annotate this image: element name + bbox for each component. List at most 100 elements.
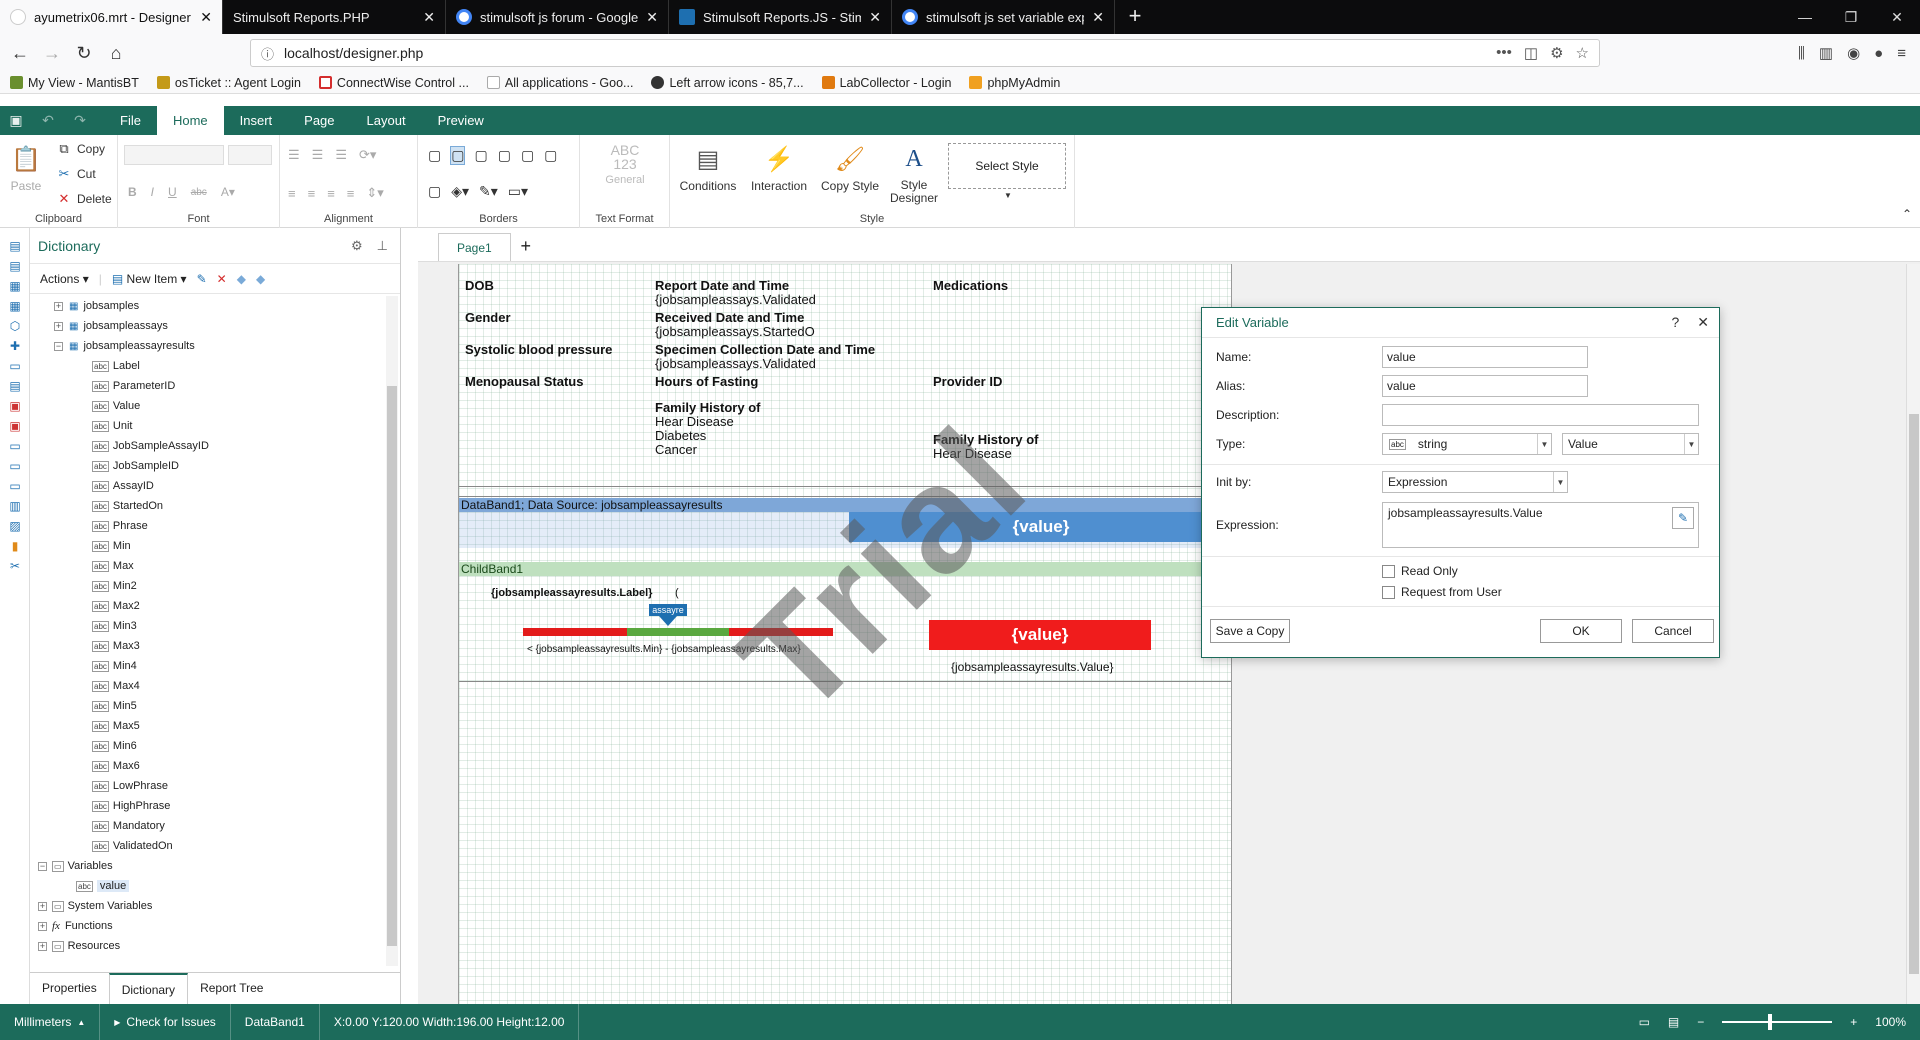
new-tab-button[interactable]: + (1115, 0, 1155, 34)
menopausal-label[interactable]: Menopausal Status (465, 374, 583, 389)
tab-file[interactable]: File (104, 106, 157, 135)
bookmark-arrow-icons[interactable]: Left arrow icons - 85,7... (651, 76, 804, 90)
interaction-button[interactable]: ⚡ Interaction (744, 143, 814, 194)
hours-fasting-label[interactable]: Hours of Fasting (655, 374, 758, 389)
browser-tab-stimulsoft-js[interactable]: Stimulsoft Reports.JS - Stimulsc ✕ (669, 0, 892, 34)
add-page-button[interactable]: + (511, 233, 541, 261)
redo-icon[interactable]: ↷ (64, 112, 96, 129)
text-component-icon[interactable]: ▤ (0, 376, 30, 396)
tree-node[interactable]: abc Min (30, 536, 385, 556)
tree-node[interactable]: + ▦ jobsampleassays (30, 316, 385, 336)
border-right-icon[interactable]: ▢ (521, 147, 534, 164)
expand-icon[interactable]: + (38, 921, 47, 931)
tree-node[interactable]: abc Max6 (30, 756, 385, 776)
move-up-icon[interactable]: ◆ (237, 272, 246, 286)
cancel-button[interactable]: Cancel (1632, 619, 1714, 643)
range-bar-low[interactable] (523, 628, 627, 636)
delete-button[interactable]: ✕ Delete (56, 191, 112, 207)
tab-home[interactable]: Home (156, 106, 224, 135)
gear-icon[interactable]: ⚙ (351, 238, 363, 254)
move-down-icon[interactable]: ◆ (256, 272, 265, 286)
checkbox-box[interactable] (1382, 564, 1395, 578)
design-scrollbar[interactable] (1906, 264, 1920, 1004)
systolic-label[interactable]: Systolic blood pressure (465, 342, 612, 357)
subreport-icon[interactable]: ✚ (0, 336, 30, 356)
fit-page-icon[interactable]: ▭ (1639, 1015, 1650, 1029)
tree-node[interactable]: + fx Functions (30, 916, 385, 936)
pocket-icon[interactable]: ◫ (1524, 44, 1538, 62)
bold-icon[interactable]: B (128, 185, 137, 199)
zoom-in-icon[interactable]: + (1850, 1015, 1857, 1029)
collapse-icon[interactable]: − (38, 861, 47, 871)
new-item-menu[interactable]: ▤ New Item ▾ (112, 272, 187, 286)
tree-node[interactable]: − ▭ Variables (30, 856, 385, 876)
request-from-user-checkbox[interactable]: Request from User (1382, 585, 1502, 599)
zoom-out-icon[interactable]: − (1697, 1015, 1704, 1029)
received-date-expr[interactable]: {jobsampleassays.StartedO (655, 324, 815, 339)
font-name-select[interactable] (124, 145, 224, 165)
strikethrough-icon[interactable]: abc (191, 187, 207, 198)
tools-icon[interactable]: ✂ (0, 556, 30, 576)
report-date-label[interactable]: Report Date and Time (655, 278, 789, 293)
border-all-icon[interactable]: ▢ (428, 147, 441, 164)
save-copy-button[interactable]: Save a Copy (1210, 619, 1290, 643)
rotate-icon[interactable]: ⟳▾ (359, 147, 376, 163)
family-history-diabetes[interactable]: Diabetes (655, 428, 706, 443)
tree-node[interactable]: + ▭ Resources (30, 936, 385, 956)
bookmark-all-apps[interactable]: All applications - Goo... (486, 76, 633, 90)
align-bottom-icon[interactable]: ☰ (335, 147, 347, 163)
close-icon[interactable]: ✕ (423, 9, 435, 26)
tree-node[interactable]: abc Value (30, 396, 385, 416)
border-bottom-icon[interactable]: ▢ (544, 147, 557, 164)
save-icon[interactable]: ▣ (0, 112, 32, 129)
received-date-label[interactable]: Received Date and Time (655, 310, 804, 325)
forward-icon[interactable]: → (36, 37, 68, 69)
gender-label[interactable]: Gender (465, 310, 511, 325)
report-title-band-icon[interactable]: ▤ (0, 236, 30, 256)
report-page[interactable]: DOB Gender Systolic blood pressure Menop… (458, 264, 1232, 1004)
align-center-icon[interactable]: ≡ (308, 186, 316, 201)
tree-node[interactable]: abc Min6 (30, 736, 385, 756)
expand-icon[interactable]: + (38, 901, 47, 911)
browser-tab-stimulsoft-php[interactable]: Stimulsoft Reports.PHP ✕ (223, 0, 446, 34)
paste-button[interactable]: 📋 Paste (6, 143, 46, 194)
tab-insert[interactable]: Insert (224, 106, 289, 135)
tree-node[interactable]: abc Min4 (30, 656, 385, 676)
select-style-dropdown[interactable]: Select Style (948, 143, 1066, 189)
home-icon[interactable]: ⌂ (100, 37, 132, 69)
header-band-icon[interactable]: ▤ (0, 256, 30, 276)
tree-node[interactable]: abc Mandatory (30, 816, 385, 836)
close-icon[interactable]: ✕ (646, 9, 658, 26)
tree-node[interactable]: − ▦ jobsampleassayresults (30, 336, 385, 356)
sidebar-icon[interactable]: ▥ (1819, 44, 1833, 62)
help-icon[interactable]: ? (1671, 314, 1679, 331)
fit-width-icon[interactable]: ▤ (1668, 1015, 1679, 1029)
cross-band-icon[interactable]: ▦ (0, 296, 30, 316)
provider-id-label[interactable]: Provider ID (933, 374, 1002, 389)
tree-node[interactable]: + ▦ jobsamples (30, 296, 385, 316)
checkbox-component-icon[interactable]: ▭ (0, 476, 30, 496)
scrollbar-thumb[interactable] (1909, 414, 1919, 974)
type-kind-select[interactable]: Value ▼ (1562, 433, 1699, 455)
menu-icon[interactable]: ≡ (1897, 45, 1906, 62)
report-date-expr[interactable]: {jobsampleassays.Validated (655, 292, 816, 307)
family-history-cancer[interactable]: Cancer (655, 442, 697, 457)
tab-layout[interactable]: Layout (351, 106, 422, 135)
tree-node[interactable]: abc HighPhrase (30, 796, 385, 816)
tree-node[interactable]: abc Unit (30, 416, 385, 436)
select-style-arrow-icon[interactable]: ▼ (1004, 191, 1012, 200)
family-history-label[interactable]: Family History of (655, 400, 760, 415)
close-icon[interactable]: ✕ (1697, 314, 1709, 331)
align-right-icon[interactable]: ≡ (327, 186, 335, 201)
tab-report-tree[interactable]: Report Tree (188, 973, 275, 1004)
panel-icon[interactable]: ▭ (0, 436, 30, 456)
library-icon[interactable]: ⫼ (1798, 45, 1805, 62)
tree-node[interactable]: abc StartedOn (30, 496, 385, 516)
align-middle-icon[interactable]: ☰ (312, 147, 324, 163)
rich-text-icon[interactable]: ▣ (0, 396, 30, 416)
browser-tab-google-search[interactable]: stimulsoft js forum - Google Se ✕ (446, 0, 669, 34)
specimen-date-label[interactable]: Specimen Collection Date and Time (655, 342, 875, 357)
edit-expression-button[interactable]: ✎ (1672, 507, 1694, 529)
back-icon[interactable]: ← (4, 37, 36, 69)
family-history-heart[interactable]: Hear Disease (655, 414, 734, 429)
